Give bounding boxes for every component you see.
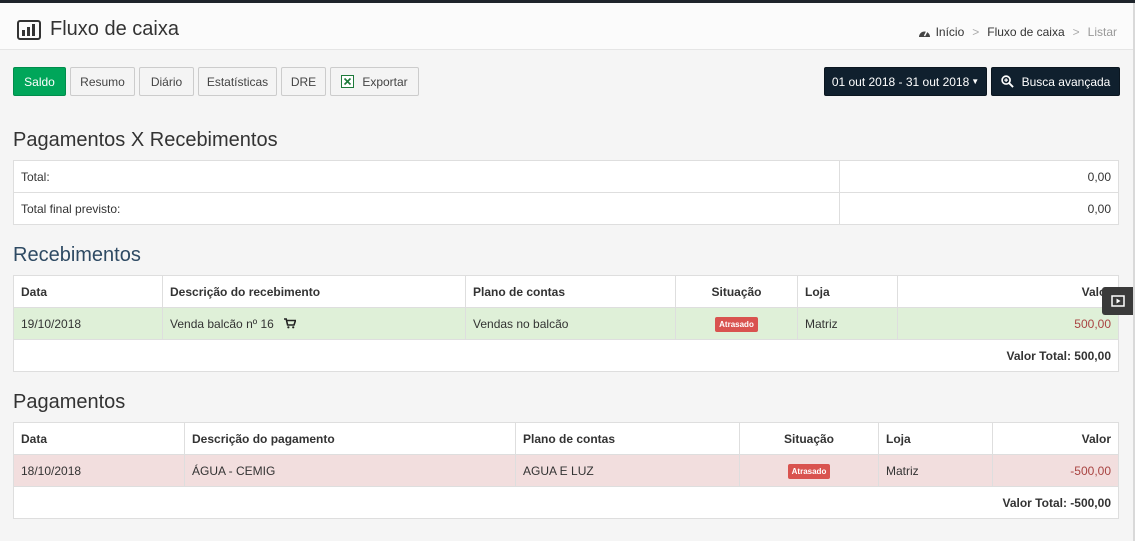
search-plus-icon — [1000, 75, 1014, 88]
status-badge: Atrasado — [787, 463, 831, 479]
page-title: Fluxo de caixa — [17, 18, 179, 41]
cell-description: ÁGUA - CEMIG — [184, 454, 516, 487]
column-header: Situação — [739, 422, 879, 455]
cell-value: 500,00 — [897, 307, 1119, 340]
play-box-icon — [1110, 295, 1125, 307]
cart-icon[interactable] — [284, 317, 297, 329]
caret-down-icon: ▼ — [971, 77, 980, 86]
cell-status: Atrasado — [739, 454, 879, 487]
cell-store: Matriz — [878, 454, 993, 487]
column-header: Situação — [675, 275, 798, 308]
excel-icon — [341, 75, 355, 88]
table-row: Total: 0,00 — [13, 160, 1119, 193]
filter-toolbar: 01 out 2018 - 31 out 2018 ▼ Busca avança… — [824, 67, 1120, 96]
date-range-dropdown[interactable]: 01 out 2018 - 31 out 2018 ▼ — [824, 67, 987, 96]
column-header: Plano de contas — [465, 275, 676, 308]
tab-saldo[interactable]: Saldo — [13, 67, 66, 96]
tab-resumo[interactable]: Resumo — [70, 67, 135, 96]
cell-plan: Vendas no balcão — [465, 307, 676, 340]
bar-chart-icon — [17, 19, 41, 40]
column-header: Descrição do recebimento — [162, 275, 466, 308]
table-header-row: Data Descrição do pagamento Plano de con… — [13, 422, 1119, 455]
cell-description: Venda balcão nº 16 — [162, 307, 466, 340]
export-label: Exportar — [362, 74, 408, 89]
breadcrumb-separator: > — [1072, 25, 1080, 39]
tab-estatisticas[interactable]: Estatísticas — [198, 67, 277, 96]
page-title-text: Fluxo de caixa — [50, 18, 179, 40]
table-row: Total final previsto: 0,00 — [13, 192, 1119, 225]
total-row: Valor Total: -500,00 — [13, 486, 1119, 519]
summary-value: 0,00 — [839, 160, 1119, 193]
export-button[interactable]: Exportar — [330, 67, 419, 96]
payments-table: Data Descrição do pagamento Plano de con… — [13, 422, 1119, 519]
summary-label: Total final previsto: — [13, 192, 840, 225]
view-toolbar: Saldo Resumo Diário Estatísticas DRE Exp… — [13, 67, 423, 96]
advanced-search-button[interactable]: Busca avançada — [991, 67, 1120, 96]
page-header: Fluxo de caixa Início > Fluxo de caixa >… — [0, 3, 1133, 50]
cell-date: 18/10/2018 — [13, 454, 185, 487]
cell-status: Atrasado — [675, 307, 798, 340]
column-header: Loja — [797, 275, 898, 308]
column-header: Data — [13, 422, 185, 455]
table-row[interactable]: 18/10/2018 ÁGUA - CEMIG AGUA E LUZ Atras… — [13, 454, 1119, 487]
summary-value: 0,00 — [839, 192, 1119, 225]
column-header: Valor — [897, 275, 1119, 308]
table-header-row: Data Descrição do recebimento Plano de c… — [13, 275, 1119, 308]
summary-label: Total: — [13, 160, 840, 193]
column-header: Data — [13, 275, 163, 308]
total-row: Valor Total: 500,00 — [13, 339, 1119, 372]
summary-title: Pagamentos X Recebimentos — [13, 129, 278, 151]
tab-dre[interactable]: DRE — [281, 67, 326, 96]
receipts-total: Valor Total: 500,00 — [13, 339, 1119, 372]
payments-total: Valor Total: -500,00 — [13, 486, 1119, 519]
cell-value: -500,00 — [992, 454, 1119, 487]
cell-plan: AGUA E LUZ — [515, 454, 740, 487]
dashboard-icon — [918, 30, 930, 37]
column-header: Loja — [878, 422, 993, 455]
description-text: Venda balcão nº 16 — [170, 316, 274, 331]
breadcrumb-current: Listar — [1087, 25, 1117, 39]
receipts-title: Recebimentos — [13, 244, 141, 266]
advanced-search-label: Busca avançada — [1021, 74, 1111, 89]
breadcrumb-home[interactable]: Início — [936, 25, 965, 39]
column-header: Plano de contas — [515, 422, 740, 455]
payments-title: Pagamentos — [13, 391, 126, 413]
tab-diario[interactable]: Diário — [139, 67, 194, 96]
column-header: Valor — [992, 422, 1119, 455]
breadcrumb: Início > Fluxo de caixa > Listar — [918, 25, 1117, 39]
receipts-table: Data Descrição do recebimento Plano de c… — [13, 275, 1119, 372]
side-panel-toggle[interactable] — [1102, 287, 1133, 315]
breadcrumb-separator: > — [972, 25, 980, 39]
summary-table: Total: 0,00 Total final previsto: 0,00 — [13, 160, 1119, 225]
cell-date: 19/10/2018 — [13, 307, 163, 340]
column-header: Descrição do pagamento — [184, 422, 516, 455]
cell-store: Matriz — [797, 307, 898, 340]
breadcrumb-cashflow[interactable]: Fluxo de caixa — [987, 25, 1064, 39]
date-range-label: 01 out 2018 - 31 out 2018 — [831, 74, 970, 89]
status-badge: Atrasado — [715, 316, 758, 332]
table-row[interactable]: 19/10/2018 Venda balcão nº 16 Vendas no … — [13, 307, 1119, 340]
